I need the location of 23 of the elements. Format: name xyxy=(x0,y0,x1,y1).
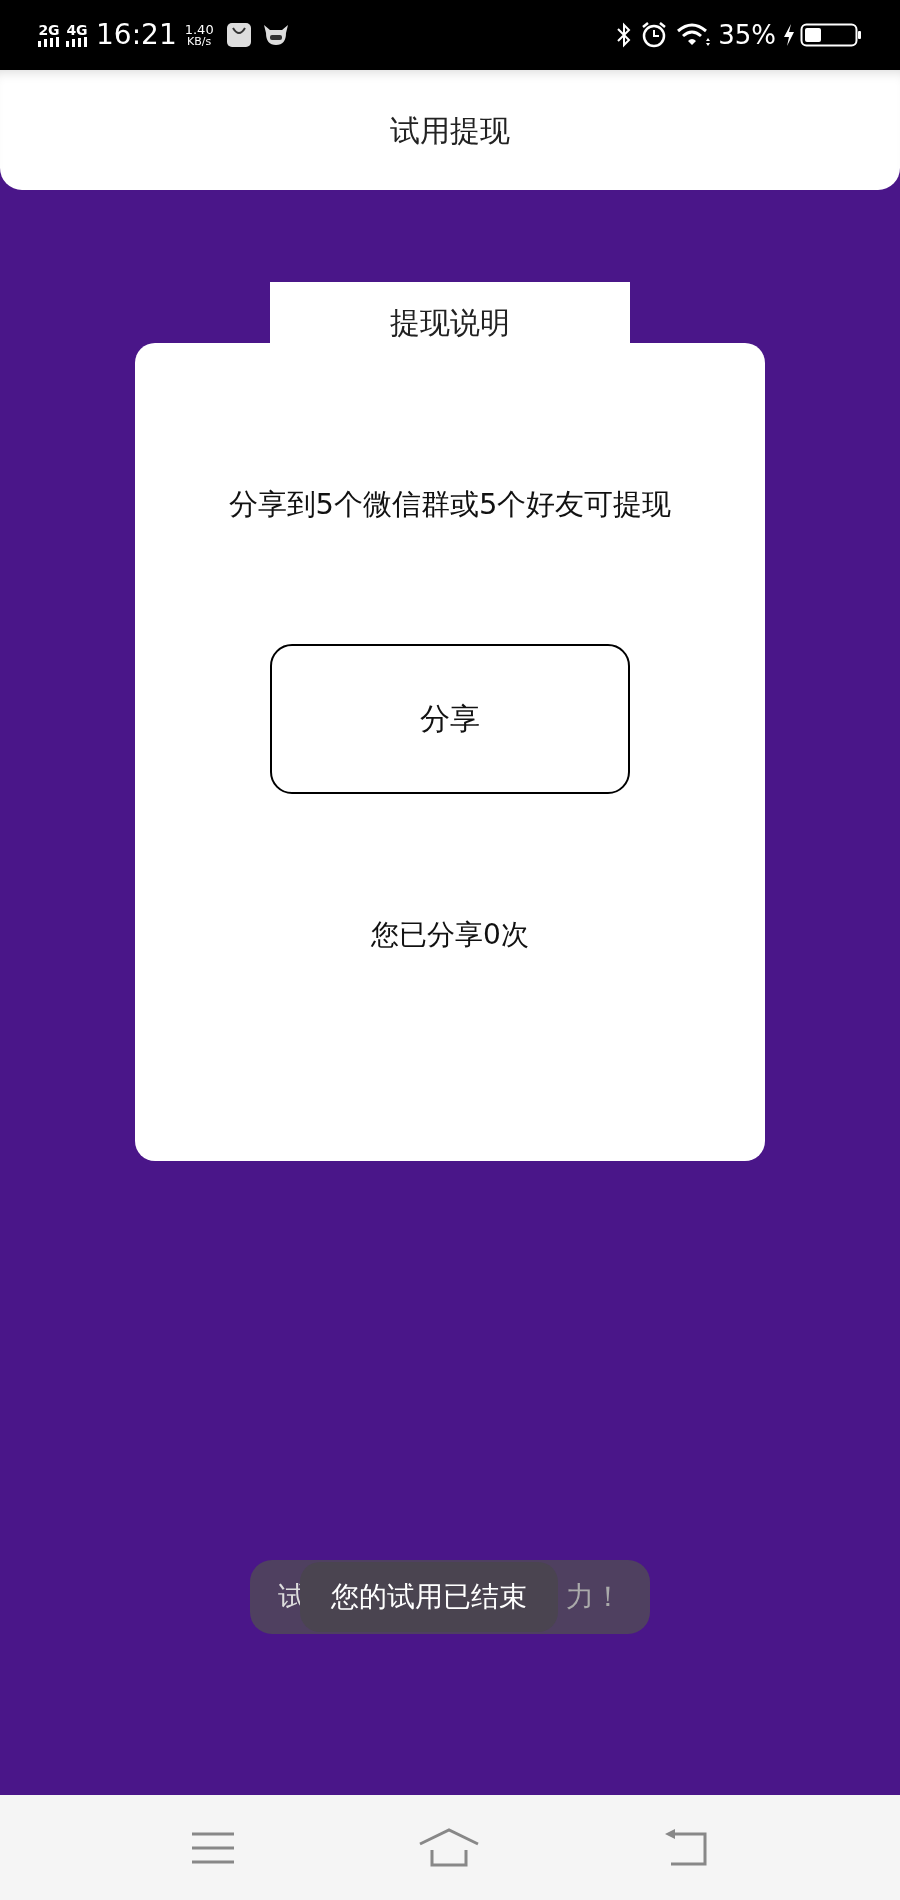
share-count-text: 您已分享0次 xyxy=(371,916,529,953)
share-button[interactable]: 分享 xyxy=(270,643,630,794)
signal-icon xyxy=(66,37,88,47)
bluetooth-icon xyxy=(616,22,633,48)
wifi-icon xyxy=(676,22,713,48)
speed-value: 1.40 xyxy=(184,23,214,36)
card-title: 提现说明 xyxy=(390,304,510,342)
charging-icon xyxy=(782,23,796,47)
cow-icon xyxy=(261,23,290,47)
description-text: 分享到5个微信群或5个好友可提现 xyxy=(228,486,672,523)
signal-icon xyxy=(38,37,60,47)
network-label: 4G xyxy=(66,23,88,37)
network-label: 2G xyxy=(38,23,60,37)
clock-time: 16:21 xyxy=(96,17,177,53)
toast-text: 您的试用已结束 xyxy=(331,1579,527,1615)
shopping-bag-icon xyxy=(225,22,252,48)
menu-icon[interactable] xyxy=(191,1830,236,1865)
speed-unit: KB/s xyxy=(187,36,212,47)
battery-icon xyxy=(800,22,862,48)
home-icon[interactable] xyxy=(418,1827,480,1868)
page-title: 试用提现 xyxy=(390,111,510,150)
toast-text: 力！ xyxy=(566,1579,622,1615)
battery-percent: 35% xyxy=(718,18,776,52)
